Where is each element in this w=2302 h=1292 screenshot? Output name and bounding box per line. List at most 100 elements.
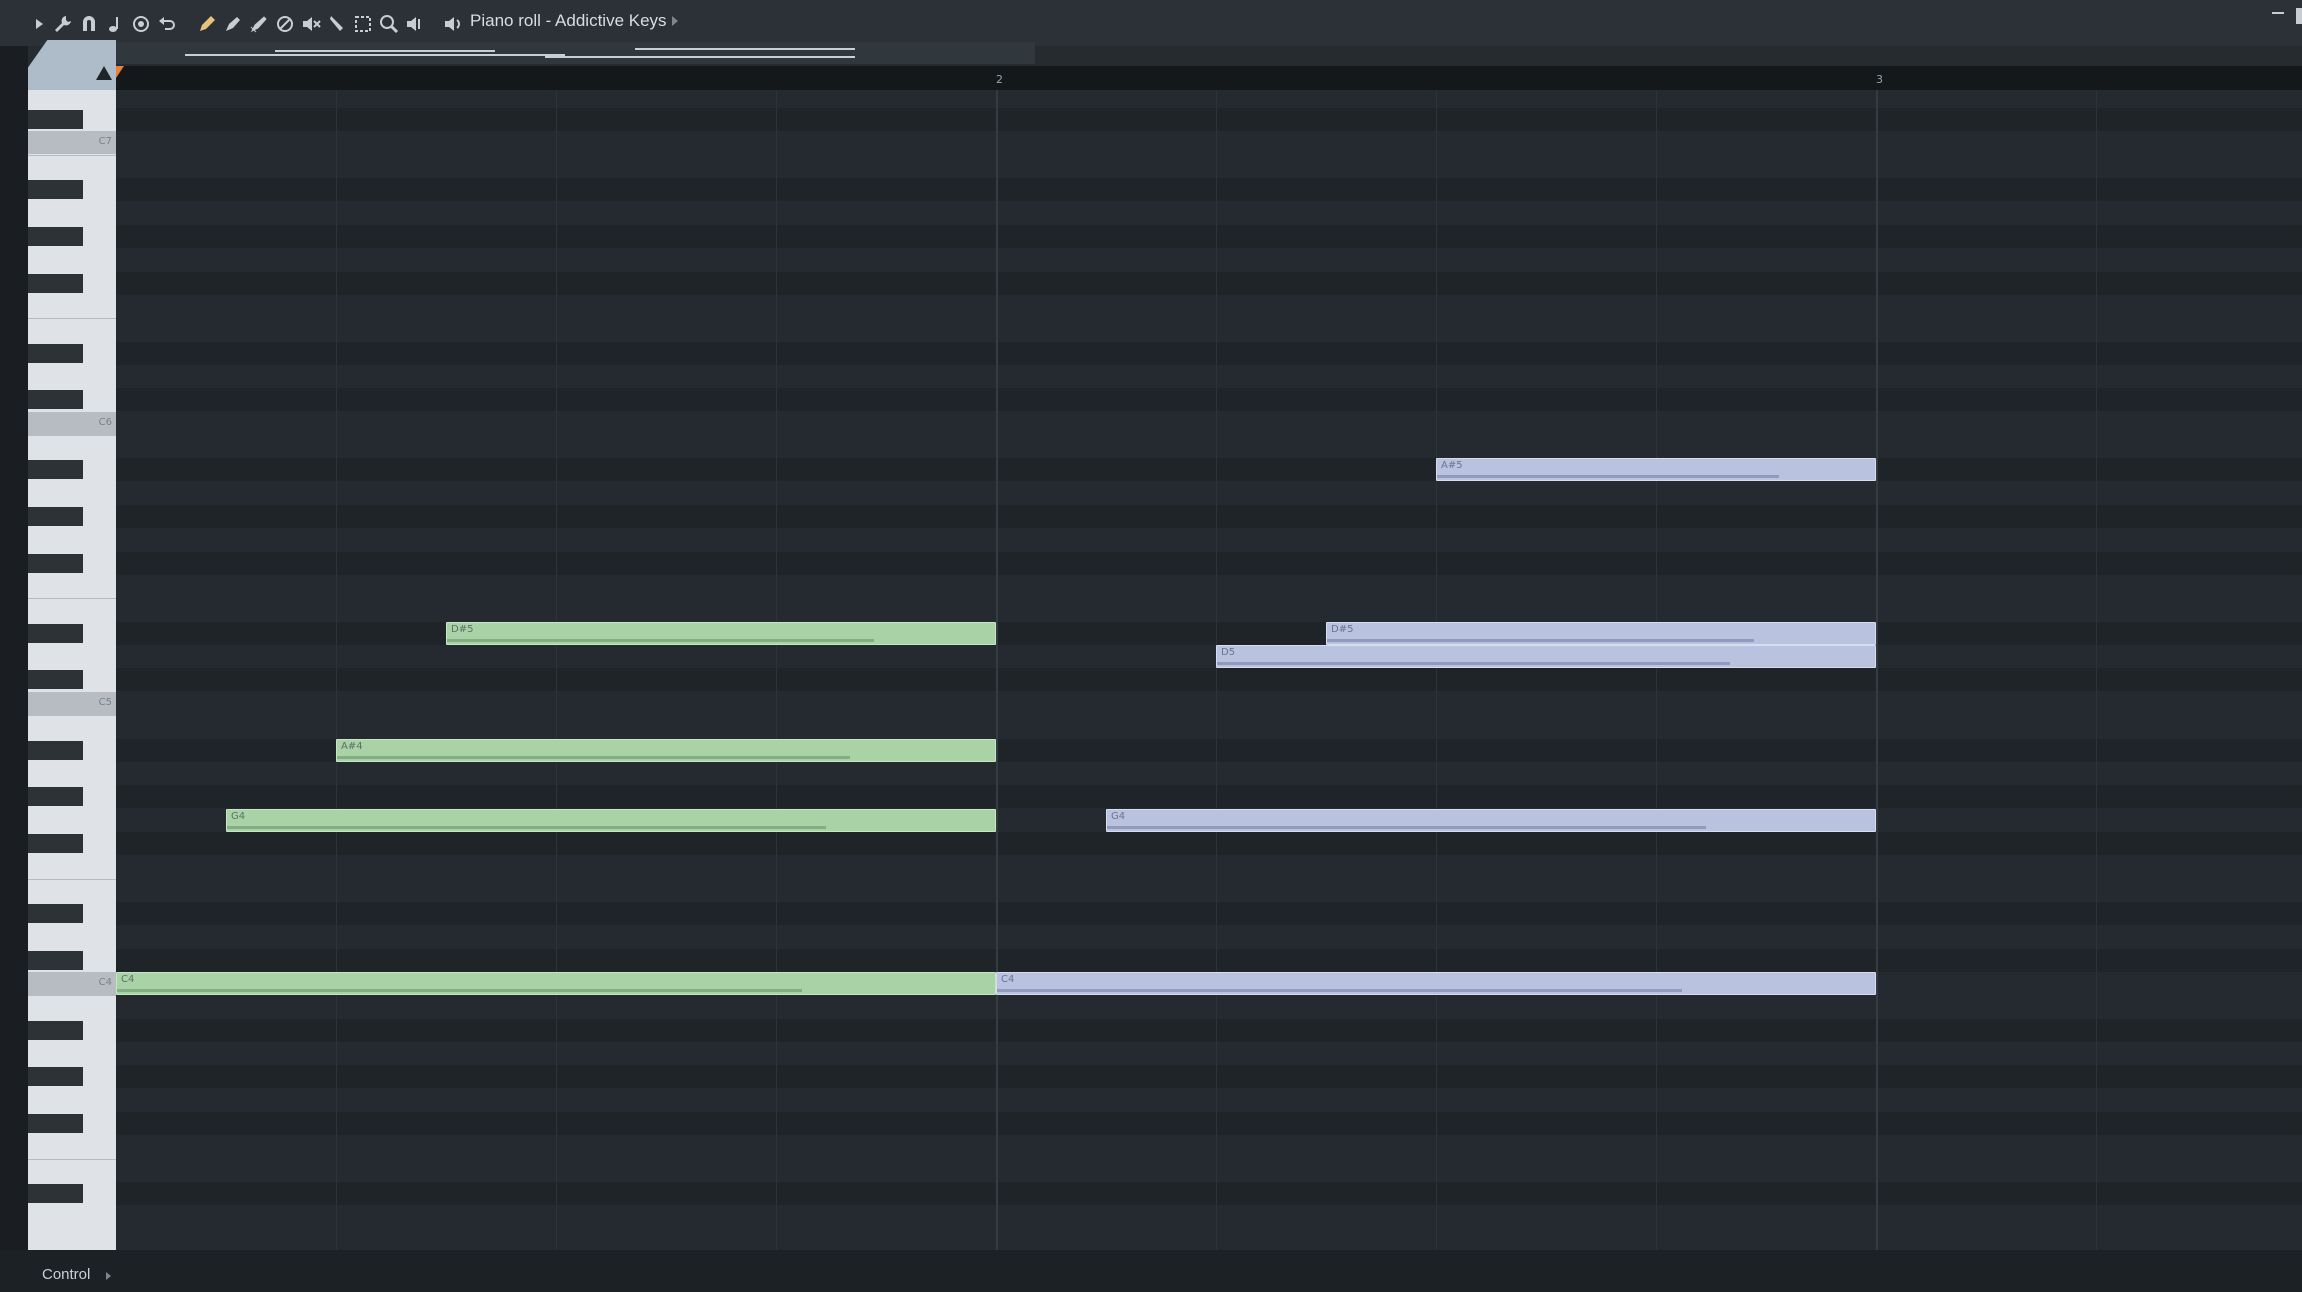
grid-row-black-key — [116, 271, 2302, 295]
piano-black-key[interactable] — [28, 740, 83, 760]
note-label: A#5 — [1441, 460, 1463, 472]
piano-black-key[interactable] — [28, 1184, 83, 1204]
piano-black-key[interactable] — [28, 833, 83, 853]
wrench-icon[interactable] — [52, 13, 74, 35]
white-key-divider — [28, 434, 116, 436]
piano-keyboard[interactable]: C7 C6 C5 C4 — [28, 90, 116, 1250]
bar-number: 2 — [996, 73, 1003, 86]
zoom-icon[interactable] — [378, 13, 400, 35]
piano-black-key[interactable] — [28, 1114, 83, 1134]
grid-row-black-key — [116, 1018, 2302, 1042]
piano-black-key[interactable] — [28, 226, 83, 246]
mute-icon[interactable] — [300, 13, 322, 35]
note-dsharp5[interactable]: D#5 — [446, 621, 996, 645]
note-velocity-bar — [1327, 638, 1755, 642]
piano-black-key[interactable] — [28, 623, 83, 643]
menu-arrow-icon[interactable] — [28, 13, 50, 35]
grid-row-black-key — [116, 1065, 2302, 1089]
piano-black-key[interactable] — [28, 507, 83, 526]
white-key-divider — [28, 1158, 116, 1160]
window-title: Piano roll - Addictive Keys — [470, 11, 667, 30]
bar-number: 3 — [1876, 73, 1883, 86]
grid-row-black-key — [116, 621, 2302, 645]
scroll-marker — [275, 50, 495, 52]
pencil-icon[interactable] — [196, 13, 218, 35]
corner-arrow-icon — [96, 66, 112, 80]
grid-row-black-key — [116, 341, 2302, 365]
event-editor-bar — [0, 1250, 2302, 1292]
note-velocity-bar — [447, 638, 875, 642]
piano-black-key[interactable] — [28, 460, 83, 480]
note-icon[interactable] — [104, 13, 126, 35]
zoom-marker — [545, 56, 855, 58]
white-key-divider — [28, 878, 116, 880]
piano-black-key[interactable] — [28, 180, 83, 200]
slice-icon[interactable] — [326, 13, 348, 35]
white-key-divider — [28, 154, 116, 156]
grid-row-black-key — [116, 178, 2302, 202]
note-asharp5[interactable]: A#5 — [1436, 458, 1876, 482]
piano-black-key[interactable] — [28, 1020, 83, 1040]
white-key-divider — [28, 598, 116, 600]
piano-black-key[interactable] — [28, 950, 83, 970]
note-label: D#5 — [451, 623, 474, 635]
playhead-marker[interactable] — [116, 66, 124, 78]
grid-row-black-key — [116, 831, 2302, 855]
note-velocity-bar — [227, 825, 827, 829]
undo-icon[interactable] — [156, 13, 178, 35]
grid-row-black-key — [116, 551, 2302, 575]
note-label: G4 — [1111, 810, 1126, 822]
grid-row-black-key — [116, 224, 2302, 248]
grid-row-black-key — [116, 458, 2302, 482]
note-velocity-bar — [1437, 475, 1779, 479]
note-d5[interactable]: D5 — [1216, 645, 1876, 669]
speaker-icon[interactable] — [442, 13, 464, 35]
beat-line — [336, 90, 337, 1250]
record-icon[interactable] — [130, 13, 152, 35]
magnet-icon[interactable] — [78, 13, 100, 35]
grid-row-black-key — [116, 948, 2302, 972]
grid-row-black-key — [116, 1182, 2302, 1206]
piano-black-key[interactable] — [28, 553, 83, 573]
piano-black-key[interactable] — [28, 1067, 83, 1087]
delete-icon[interactable] — [274, 13, 296, 35]
note-dsharp5[interactable]: D#5 — [1326, 621, 1876, 645]
piano-black-key[interactable] — [28, 110, 83, 130]
piano-black-key[interactable] — [28, 343, 83, 363]
octave-label: C5 — [98, 696, 112, 708]
bar-line — [1876, 90, 1878, 1250]
note-c4[interactable]: C4 — [116, 972, 996, 995]
grid-row-black-key — [116, 1112, 2302, 1136]
zoom-marker — [635, 48, 855, 50]
note-label: C4 — [1001, 974, 1015, 985]
note-label: A#4 — [341, 740, 363, 752]
control-selector[interactable]: Control — [42, 1266, 90, 1283]
piano-black-key[interactable] — [28, 903, 83, 923]
piano-black-key[interactable] — [28, 390, 83, 410]
note-g4[interactable]: G4 — [226, 808, 996, 832]
paint-icon[interactable] — [222, 13, 244, 35]
grid-row-black-key — [116, 668, 2302, 692]
piano-black-key[interactable] — [28, 273, 83, 293]
playback-icon[interactable] — [404, 13, 426, 35]
brush-icon[interactable] — [248, 13, 270, 35]
minimize-icon[interactable] — [2272, 12, 2284, 14]
note-c4[interactable]: C4 — [996, 972, 1876, 995]
note-grid[interactable]: C4 G4 A#4 D#5 C4 G4 D5 D#5 A#5 — [116, 90, 2302, 1250]
beat-line — [776, 90, 777, 1250]
note-velocity-bar — [337, 755, 851, 759]
note-velocity-bar — [1217, 662, 1731, 666]
octave-label: C7 — [98, 136, 112, 148]
horizontal-scrollbar[interactable] — [115, 42, 1035, 64]
control-arrow-icon[interactable] — [106, 1272, 111, 1280]
timeline-ruler[interactable]: 2 3 — [116, 66, 2302, 90]
piano-black-key[interactable] — [28, 670, 83, 690]
bar-line — [996, 90, 998, 1250]
note-g4[interactable]: G4 — [1106, 808, 1876, 832]
white-key-divider — [28, 318, 116, 320]
note-asharp4[interactable]: A#4 — [336, 738, 996, 762]
piano-black-key[interactable] — [28, 787, 83, 807]
title-menu-arrow-icon[interactable] — [672, 16, 678, 26]
select-icon[interactable] — [352, 13, 374, 35]
white-key-divider — [28, 715, 116, 717]
